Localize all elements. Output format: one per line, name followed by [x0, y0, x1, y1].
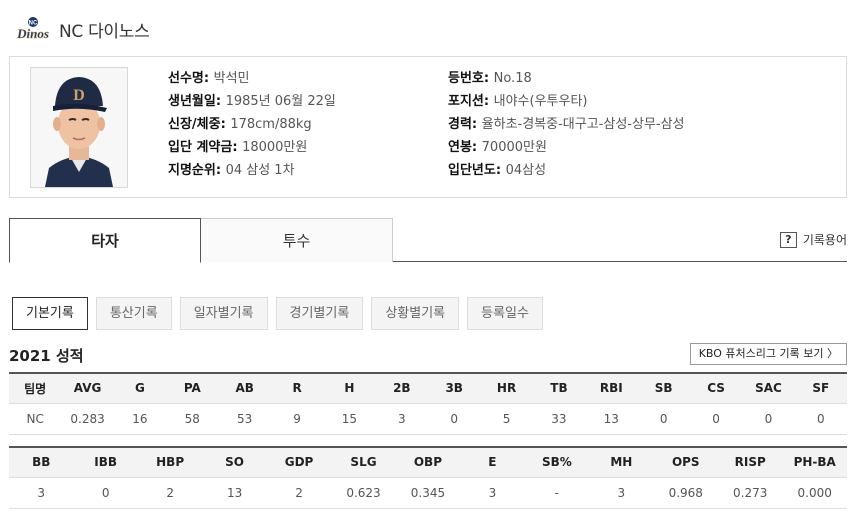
team-name: NC 다이노스 [59, 21, 150, 42]
cell-g: 16 [113, 403, 167, 435]
salary-row: 연봉: 70000만원 [448, 140, 547, 155]
col-ibb: IBB [73, 446, 138, 478]
cell-slg: 0.623 [331, 477, 396, 509]
logo-wordmark: Dinos [16, 26, 49, 41]
back-number-row: 등번호: No.18 [448, 71, 532, 86]
cell-r: 9 [270, 403, 324, 435]
record-tabs: 타자 투수 ? 기록용어 [9, 218, 847, 263]
tab-batter[interactable]: 타자 [9, 218, 201, 263]
col-2b: 2B [375, 372, 428, 404]
cell-sb: 0 [637, 403, 690, 435]
cell-ops: 0.968 [653, 477, 718, 509]
cell-avg: 0.283 [61, 403, 114, 435]
subtab-game[interactable]: 경기별기록 [275, 297, 364, 330]
col-risp: RISP [717, 446, 783, 478]
col-rbi: RBI [585, 372, 638, 404]
cell-team: NC [9, 403, 62, 435]
table-header-row: 팀명 AVG G PA AB R H 2B 3B HR TB RBI SB CS… [9, 372, 847, 404]
cell-gdp: 2 [266, 477, 332, 509]
player-name-row: 선수명: 박석민 [168, 71, 250, 86]
subtab-career[interactable]: 통산기록 [95, 297, 172, 330]
subtab-basic[interactable]: 기본기록 [12, 297, 88, 330]
col-obp: OBP [395, 446, 461, 478]
subtab-situation[interactable]: 상황별기록 [371, 297, 460, 330]
cell-ph-ba: 0.000 [782, 477, 847, 509]
svg-text:D: D [73, 87, 85, 104]
col-sf: SF [794, 372, 847, 404]
draft-rank-row: 지명순위: 04 삼성 1차 [168, 163, 295, 178]
question-icon: ? [779, 231, 797, 248]
cell-h: 15 [323, 403, 376, 435]
player-photo: D [30, 67, 128, 188]
col-tb: TB [532, 372, 586, 404]
col-avg: AVG [61, 372, 114, 404]
col-mh: MH [589, 446, 654, 478]
col-3b: 3B [428, 372, 481, 404]
cell-2b: 3 [375, 403, 428, 435]
col-slg: SLG [331, 446, 396, 478]
col-ab: AB [218, 372, 271, 404]
subtab-daily[interactable]: 일자별기록 [179, 297, 268, 330]
cell-so: 13 [202, 477, 267, 509]
col-bb: BB [9, 446, 74, 478]
subtab-registration[interactable]: 등록일수 [467, 297, 543, 330]
nc-dinos-logo[interactable]: NC Dinos [11, 16, 55, 42]
col-team: 팀명 [9, 372, 62, 404]
table-row: NC 0.283 16 58 53 9 15 3 0 5 33 13 0 0 0… [9, 403, 847, 435]
col-so: SO [202, 446, 267, 478]
col-sb-pct: SB% [524, 446, 590, 478]
cell-pa: 58 [166, 403, 219, 435]
team-header: NC Dinos NC 다이노스 [11, 14, 150, 44]
col-ph-ba: PH-BA [782, 446, 847, 478]
col-sb: SB [637, 372, 690, 404]
season-title: 2021 성적 [9, 347, 84, 365]
futures-league-button[interactable]: KBO 퓨처스리그 기록 보기 〉 [689, 343, 847, 365]
sub-tabs: 기본기록 통산기록 일자별기록 경기별기록 상황별기록 등록일수 [12, 297, 551, 330]
tab-pitcher[interactable]: 투수 [201, 218, 393, 262]
col-cs: CS [689, 372, 743, 404]
player-info-right: 등번호: No.18 포지션: 내야수(우투우타) 경력: 율하초-경복중-대구… [448, 67, 685, 182]
signing-bonus-row: 입단 계약금: 18000만원 [168, 140, 308, 155]
glossary-link[interactable]: ? 기록용어 [779, 231, 847, 248]
cell-hr: 5 [480, 403, 533, 435]
player-info-left: 선수명: 박석민 생년월일: 1985년 06월 22일 신장/체중: 178c… [168, 67, 336, 182]
col-gdp: GDP [266, 446, 332, 478]
cell-hbp: 2 [137, 477, 203, 509]
col-sac: SAC [742, 372, 795, 404]
col-hr: HR [480, 372, 533, 404]
col-hbp: HBP [137, 446, 203, 478]
col-pa: PA [166, 372, 219, 404]
table-row: 3 0 2 13 2 0.623 0.345 3 - 3 0.968 0.273… [9, 477, 847, 509]
cell-rbi: 13 [585, 403, 638, 435]
cell-sf: 0 [794, 403, 847, 435]
height-weight-row: 신장/체중: 178cm/88kg [168, 117, 312, 132]
cell-bb: 3 [9, 477, 74, 509]
cell-cs: 0 [689, 403, 743, 435]
cell-3b: 0 [428, 403, 481, 435]
cell-risp: 0.273 [717, 477, 783, 509]
col-g: G [113, 372, 167, 404]
career-row: 경력: 율하초-경복중-대구고-삼성-상무-삼성 [448, 117, 685, 132]
stats-table-extended: BB IBB HBP SO GDP SLG OBP E SB% MH OPS R… [9, 446, 847, 509]
col-h: H [323, 372, 376, 404]
col-r: R [270, 372, 324, 404]
cell-e: 3 [460, 477, 525, 509]
position-row: 포지션: 내야수(우투우타) [448, 94, 588, 109]
col-ops: OPS [653, 446, 718, 478]
cell-ibb: 0 [73, 477, 138, 509]
stats-table-batting: 팀명 AVG G PA AB R H 2B 3B HR TB RBI SB CS… [9, 372, 847, 435]
birthdate-row: 생년월일: 1985년 06월 22일 [168, 94, 336, 109]
glossary-label: 기록용어 [802, 233, 847, 247]
cell-mh: 3 [589, 477, 654, 509]
cell-obp: 0.345 [395, 477, 461, 509]
player-profile: D 선수명: 박석민 생년월일: 1985년 06월 22일 신장/체중: 17… [9, 56, 847, 198]
cell-sac: 0 [742, 403, 795, 435]
table-header-row: BB IBB HBP SO GDP SLG OBP E SB% MH OPS R… [9, 446, 847, 478]
cell-sb-pct: - [524, 477, 590, 509]
cell-tb: 33 [532, 403, 586, 435]
cell-ab: 53 [218, 403, 271, 435]
debut-year-row: 입단년도: 04삼성 [448, 163, 547, 178]
col-e: E [460, 446, 525, 478]
